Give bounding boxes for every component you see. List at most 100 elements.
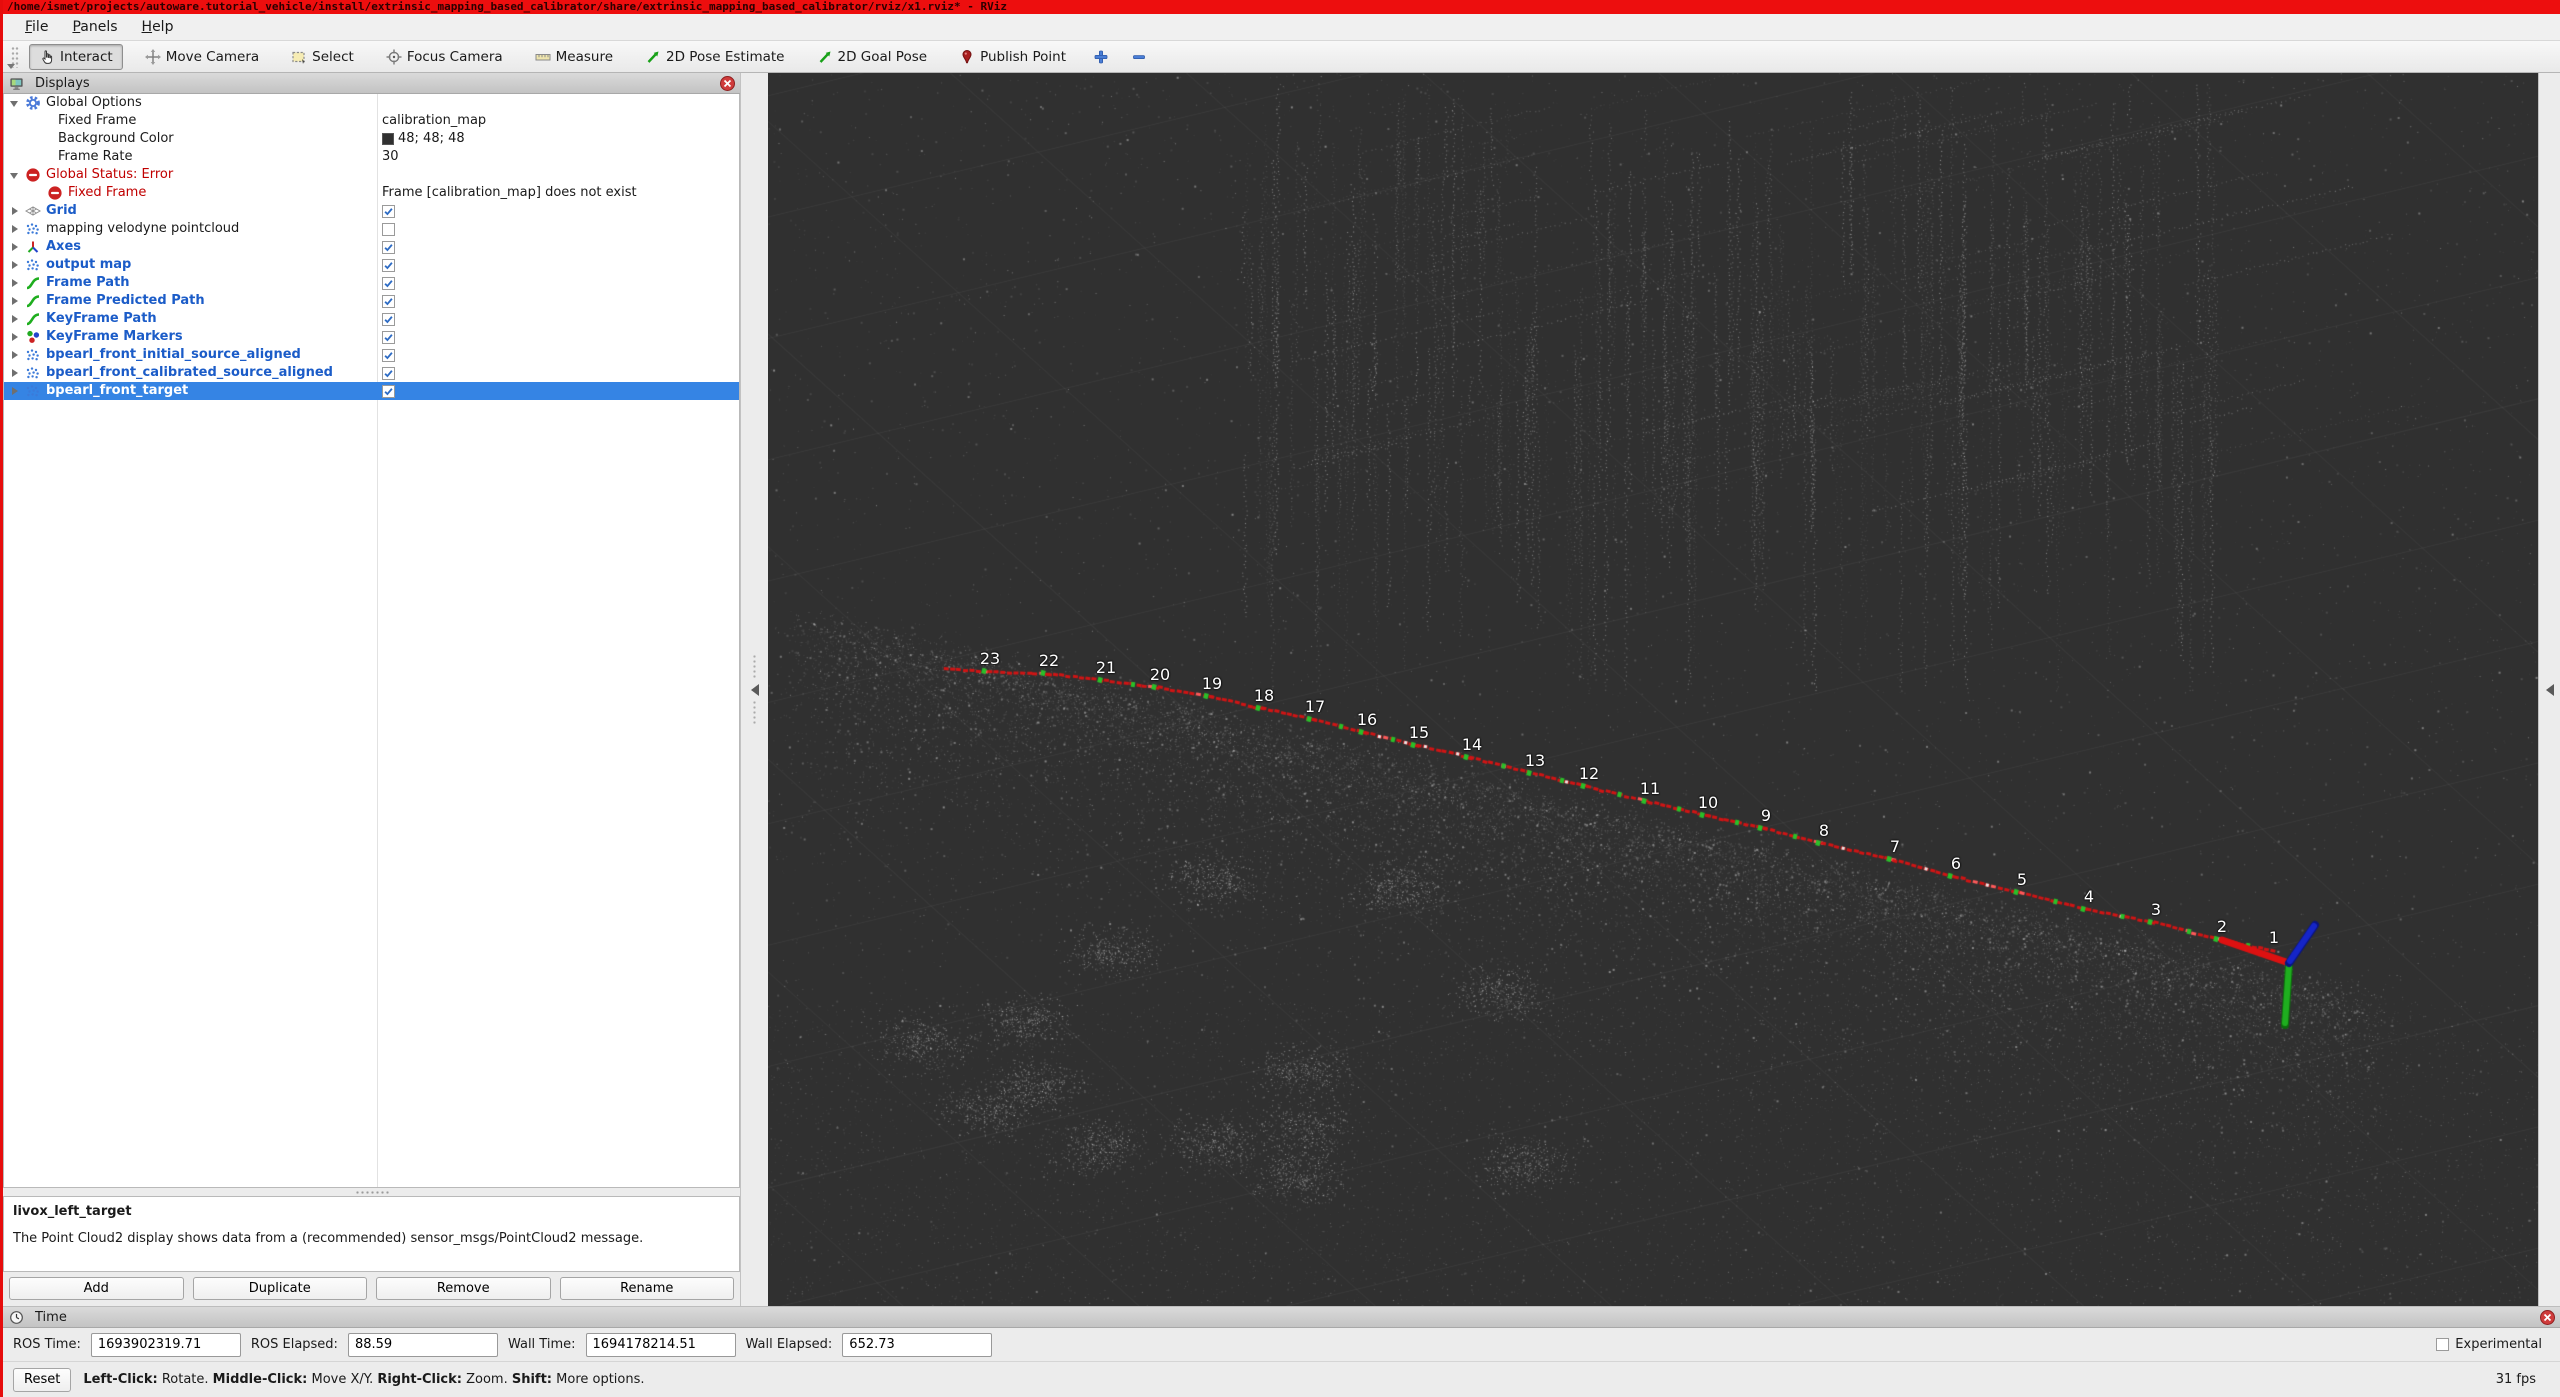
expander-icon[interactable] (10, 98, 20, 108)
expander-icon[interactable] (10, 242, 20, 252)
display-enabled-checkbox[interactable] (382, 258, 395, 272)
display-enabled-checkbox[interactable] (382, 240, 395, 254)
keyframe-label-9: 9 (1760, 806, 1772, 825)
tree-row-output-map[interactable]: output map (4, 256, 739, 274)
display-enabled-checkbox[interactable] (382, 384, 395, 398)
tree-row-mapping-velodyne-pointcloud[interactable]: mapping velodyne pointcloud (4, 220, 739, 238)
display-enabled-checkbox[interactable] (382, 294, 395, 308)
keyframe-label-17: 17 (1304, 697, 1326, 716)
display-enabled-checkbox[interactable] (382, 366, 395, 380)
tree-row-label: mapping velodyne pointcloud (46, 221, 240, 236)
3d-viewport[interactable]: 23 22 21 20 19 18 17 16 15 14 13 12 11 10 9 8 7 6 5 4 3 2 1 (768, 73, 2538, 1306)
tree-row-global-status-error[interactable]: Global Status: Error (4, 166, 739, 184)
reset-button[interactable]: Reset (13, 1367, 72, 1392)
displays-tree: Global Options Fixed Frame calibration_map… (3, 94, 740, 1188)
tool-measure[interactable]: Measure (525, 44, 623, 70)
tool-select[interactable]: Select (281, 44, 364, 70)
displays-button-row: Add Duplicate Remove Rename (3, 1272, 740, 1306)
displays-panel-icon (8, 75, 25, 91)
tool-2d-goal-pose[interactable]: 2D Goal Pose (807, 44, 938, 70)
tree-row-bpearl-front-initial-source-aligned[interactable]: bpearl_front_initial_source_aligned (4, 346, 739, 364)
display-enabled-checkbox[interactable] (382, 276, 395, 290)
keyframe-label-23: 23 (979, 649, 1001, 668)
keyframe-label-20: 20 (1149, 665, 1171, 684)
tree-row-keyframe-path[interactable]: KeyFrame Path (4, 310, 739, 328)
expander-icon[interactable] (10, 332, 20, 342)
property-value[interactable]: Frame [calibration_map] does not exist (382, 184, 637, 202)
displays-close-button[interactable] (720, 75, 735, 91)
menu-file[interactable]: File (13, 16, 60, 38)
keyframe-label-12: 12 (1578, 764, 1600, 783)
tree-row-axes[interactable]: Axes (4, 238, 739, 256)
wall-time-input[interactable] (585, 1332, 736, 1357)
toolbar-overflow-icon[interactable] (7, 64, 15, 69)
remove-tool-button[interactable] (1126, 44, 1152, 70)
add-tool-button[interactable] (1088, 44, 1114, 70)
tree-row-label: Fixed Frame (68, 185, 147, 200)
expander-icon[interactable] (10, 278, 20, 288)
time-panel-header[interactable]: Time (3, 1307, 2560, 1328)
tree-row-global-options[interactable]: Global Options (4, 94, 739, 112)
tree-row-frame-path[interactable]: Frame Path (4, 274, 739, 292)
tool-publish-point[interactable]: Publish Point (949, 44, 1076, 70)
tree-row-value (382, 364, 395, 382)
add-button[interactable]: Add (9, 1277, 184, 1300)
tree-row-label: bpearl_front_target (46, 383, 189, 398)
wall-elapsed-input[interactable] (842, 1332, 993, 1357)
tree-row-frame-predicted-path[interactable]: Frame Predicted Path (4, 292, 739, 310)
displays-panel-header[interactable]: Displays (3, 73, 740, 94)
close-x-icon (723, 79, 732, 88)
tool-focus-camera[interactable]: Focus Camera (376, 44, 513, 70)
tree-row-bpearl-front-calibrated-source-aligned[interactable]: bpearl_front_calibrated_source_aligned (4, 364, 739, 382)
pointcloud-canvas[interactable] (768, 73, 2538, 1306)
tree-row-background-color[interactable]: Background Color 48; 48; 48 (4, 130, 739, 148)
ros-elapsed-input[interactable] (347, 1332, 498, 1357)
display-enabled-checkbox[interactable] (382, 312, 395, 326)
tool-2d-pose-estimate[interactable]: 2D Pose Estimate (635, 44, 794, 70)
expander-icon[interactable] (10, 368, 20, 378)
status-bar: Reset Left-Click: Rotate. Middle-Click: … (3, 1361, 2560, 1397)
expander-icon[interactable] (10, 206, 20, 216)
expander-icon[interactable] (10, 350, 20, 360)
rename-button[interactable]: Rename (559, 1277, 734, 1300)
expander-icon[interactable] (10, 260, 20, 270)
expander-icon[interactable] (10, 314, 20, 324)
tree-description-splitter[interactable] (3, 1188, 740, 1196)
expander-icon[interactable] (10, 224, 20, 234)
display-enabled-checkbox[interactable] (382, 330, 395, 344)
tree-row-fixed-frame[interactable]: Fixed Frame Frame [calibration_map] does … (4, 184, 739, 202)
tool-move-camera[interactable]: Move Camera (135, 44, 269, 70)
duplicate-button[interactable]: Duplicate (192, 1277, 367, 1300)
fps-counter: 31 fps (2495, 1372, 2536, 1387)
tool-interact[interactable]: Interact (29, 43, 123, 70)
expander-icon (32, 188, 42, 198)
collapse-left-arrow-icon[interactable] (750, 683, 759, 696)
menu-bar: File Panels Help (3, 14, 2560, 41)
color-swatch[interactable] (382, 133, 394, 145)
display-enabled-checkbox[interactable] (382, 348, 395, 362)
time-close-button[interactable] (2540, 1309, 2555, 1325)
expander-icon[interactable] (10, 170, 20, 180)
display-enabled-checkbox[interactable] (382, 204, 395, 218)
tree-row-bpearl-front-target[interactable]: bpearl_front_target (4, 382, 739, 400)
right-panel-splitter[interactable] (2538, 73, 2560, 1306)
left-viewport-splitter[interactable] (741, 73, 768, 1306)
expander-icon[interactable] (10, 296, 20, 306)
menu-help[interactable]: Help (130, 16, 186, 38)
property-value[interactable]: 48; 48; 48 (398, 130, 465, 148)
tree-row-keyframe-markers[interactable]: KeyFrame Markers (4, 328, 739, 346)
menu-panels[interactable]: Panels (60, 16, 129, 38)
tree-row-grid[interactable]: Grid (4, 202, 739, 220)
expand-right-arrow-icon[interactable] (2545, 683, 2554, 696)
tree-row-fixed-frame[interactable]: Fixed Frame calibration_map (4, 112, 739, 130)
tree-row-value (382, 328, 395, 346)
experimental-checkbox[interactable] (2436, 1338, 2450, 1351)
remove-button[interactable]: Remove (376, 1277, 551, 1300)
expander-icon[interactable] (10, 386, 20, 396)
ros-time-input[interactable] (90, 1332, 241, 1357)
property-value[interactable]: calibration_map (382, 112, 486, 130)
display-enabled-checkbox[interactable] (382, 222, 395, 236)
tree-row-value (382, 220, 395, 238)
tree-row-frame-rate[interactable]: Frame Rate 30 (4, 148, 739, 166)
property-value[interactable]: 30 (382, 148, 399, 166)
